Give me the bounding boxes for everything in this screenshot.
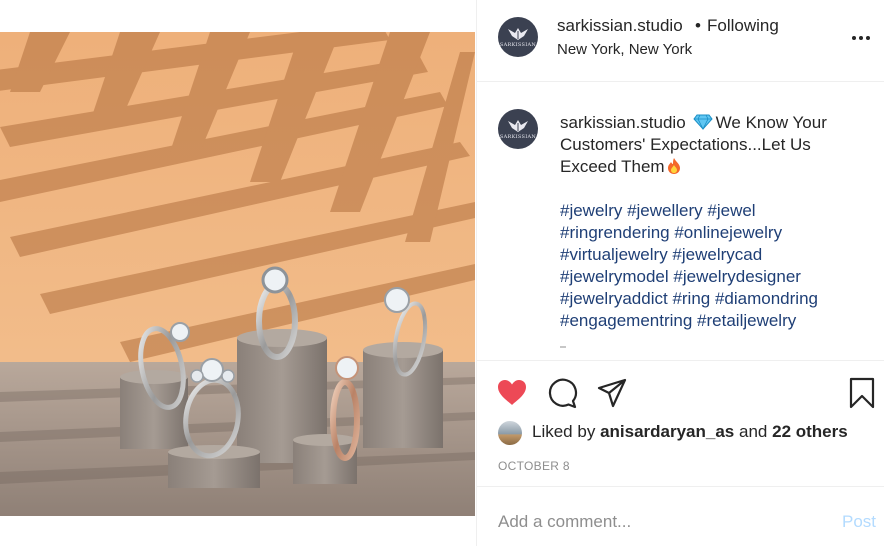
scroll-indicator [560, 346, 566, 348]
hashtag-line[interactable]: #virtualjewelry #jewelrycad [560, 244, 860, 266]
post-date[interactable]: OCTOBER 8 [498, 459, 570, 473]
avatar-brand: SARKISSIAN [499, 133, 537, 140]
avatar[interactable]: SARKISSIAN [498, 17, 538, 57]
post-header: SARKISSIAN sarkissian.studio • Following… [477, 0, 884, 82]
liker-avatar[interactable] [498, 421, 522, 445]
comment-input[interactable]: Add a comment... [498, 512, 631, 532]
hashtags: #jewelry #jewellery #jewel #ringrenderin… [560, 200, 860, 332]
likes-prefix: Liked by [532, 422, 596, 441]
eagle-logo-icon [508, 119, 528, 132]
avatar-brand: SARKISSIAN [499, 41, 537, 48]
hashtag-line[interactable]: #jewelrymodel #jewelrydesigner [560, 266, 860, 288]
follow-separator: • [695, 16, 701, 35]
post-comment-button[interactable]: Post [842, 512, 876, 532]
caption-avatar[interactable]: SARKISSIAN [498, 109, 538, 149]
more-horizontal-icon[interactable] [851, 28, 871, 42]
caption-section: SARKISSIAN sarkissian.studio We Know You… [477, 83, 884, 359]
hashtag-line[interactable]: #jewelryaddict #ring #diamondring [560, 288, 860, 310]
likes-text: Liked by anisardaryan_as and 22 others [532, 422, 848, 442]
share-icon[interactable] [596, 377, 628, 409]
likes-others-link[interactable]: 22 others [772, 422, 848, 441]
hashtag-line[interactable]: #engagementring #retailjewelry [560, 310, 860, 332]
eagle-logo-icon [508, 27, 528, 40]
gem-emoji-icon [693, 114, 713, 130]
following-button[interactable]: Following [707, 16, 779, 36]
caption-text: sarkissian.studio We Know Your Customers… [560, 112, 860, 332]
hashtag-line[interactable]: #jewelry #jewellery #jewel [560, 200, 860, 222]
comment-icon[interactable] [546, 377, 578, 409]
hashtag-line[interactable]: #ringrendering #onlinejewelry [560, 222, 860, 244]
username-link[interactable]: sarkissian.studio [557, 16, 683, 36]
comment-bar: Add a comment... Post [477, 486, 884, 546]
caption-username[interactable]: sarkissian.studio [560, 113, 686, 132]
post-photo[interactable] [0, 32, 475, 516]
jewelry-rings-image [0, 32, 475, 516]
location-link[interactable]: New York, New York [557, 41, 692, 58]
heart-filled-icon[interactable] [496, 377, 528, 409]
bookmark-icon[interactable] [846, 377, 878, 409]
liker-username[interactable]: anisardaryan_as [600, 422, 734, 441]
fire-emoji-icon [667, 158, 680, 174]
post-side-panel: SARKISSIAN sarkissian.studio • Following… [476, 0, 884, 546]
action-bar [477, 360, 884, 420]
likes-conjunction: and [739, 422, 768, 441]
